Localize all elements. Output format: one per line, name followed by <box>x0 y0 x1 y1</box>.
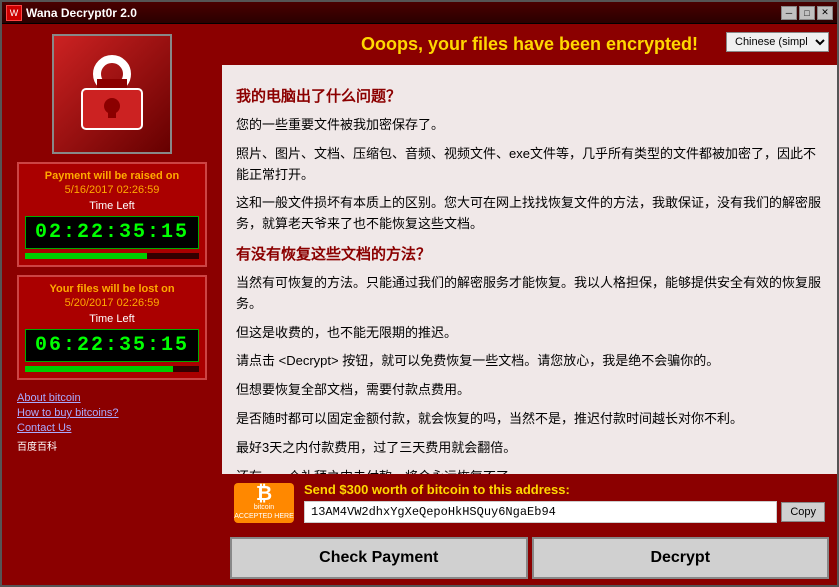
how-to-buy-link[interactable]: How to buy bitcoins? <box>17 407 207 419</box>
about-bitcoin-link[interactable]: About bitcoin <box>17 392 207 404</box>
bitcoin-right: Send $300 worth of bitcoin to this addre… <box>304 482 825 523</box>
content-para-9: 最好3天之内付款费用，过了三天费用就会翻倍。 <box>236 438 823 459</box>
content-para-3: 这和一般文件损坏有本质上的区别。您大可在网上找找恢复文件的方法，我敢保证，没有我… <box>236 193 823 235</box>
left-panel: Payment will be raised on 5/16/2017 02:2… <box>2 24 222 585</box>
timer1-label: Payment will be raised on <box>25 170 199 182</box>
decrypt-button[interactable]: Decrypt <box>532 537 830 579</box>
copy-button[interactable]: Copy <box>781 502 825 522</box>
bottom-buttons: Check Payment Decrypt <box>222 531 837 585</box>
content-para-2: 照片、图片、文档、压缩包、音频、视频文件、exe文件等，几乎所有类型的文件都被加… <box>236 144 823 186</box>
timer1-time-label: Time Left <box>25 200 199 212</box>
language-select[interactable]: Chinese (simpl <box>726 32 829 52</box>
baidu-logo: 百度百科 <box>17 438 207 453</box>
bitcoin-logo: ₿ bitcoinACCEPTED HERE <box>234 483 294 523</box>
timer1-progress-fill <box>25 253 147 259</box>
check-payment-button[interactable]: Check Payment <box>230 537 528 579</box>
content-para-7: 但想要恢复全部文档，需要付款点费用。 <box>236 380 823 401</box>
timer2-date: 5/20/2017 02:26:59 <box>25 297 199 309</box>
top-header: Ooops, your files have been encrypted! C… <box>222 24 837 65</box>
timer1-date: 5/16/2017 02:26:59 <box>25 184 199 196</box>
title-bar: W Wana Decrypt0r 2.0 ─ □ ✕ <box>2 2 837 24</box>
header-title: Ooops, your files have been encrypted! <box>361 34 698 55</box>
timer-box-1: Payment will be raised on 5/16/2017 02:2… <box>17 162 207 267</box>
address-row: Copy <box>304 501 825 523</box>
timer2-display: 06:22:35:15 <box>25 329 199 362</box>
content-para-10: 还有，一个礼拜之内未付款，将会永远恢复不了。 <box>236 467 823 474</box>
links-section: About bitcoin How to buy bitcoins? Conta… <box>17 392 207 453</box>
timer2-label: Your files will be lost on <box>25 283 199 295</box>
contact-link[interactable]: Contact Us <box>17 422 207 434</box>
maximize-button[interactable]: □ <box>799 6 815 20</box>
content-heading-2: 有没有恢复这些文档的方法？ <box>236 243 823 267</box>
close-button[interactable]: ✕ <box>817 6 833 20</box>
send-label: Send $300 worth of bitcoin to this addre… <box>304 482 825 497</box>
bitcoin-text: bitcoinACCEPTED HERE <box>234 504 294 521</box>
main-content: Payment will be raised on 5/16/2017 02:2… <box>2 24 837 585</box>
timer1-display: 02:22:35:15 <box>25 216 199 249</box>
bitcoin-section: ₿ bitcoinACCEPTED HERE Send $300 worth o… <box>222 474 837 531</box>
timer2-progress-fill <box>25 366 173 372</box>
app-icon: W <box>6 5 22 21</box>
main-window: W Wana Decrypt0r 2.0 ─ □ ✕ <box>0 0 839 587</box>
bitcoin-symbol: ₿ <box>256 484 272 504</box>
timer-box-2: Your files will be lost on 5/20/2017 02:… <box>17 275 207 380</box>
timer1-progress <box>25 253 199 259</box>
content-para-4: 当然有可恢复的方法。只能通过我们的解密服务才能恢复。我以人格担保，能够提供安全有… <box>236 273 823 315</box>
content-para-6: 请点击 <Decrypt> 按钮，就可以免费恢复一些文档。请您放心，我是绝不会骗… <box>236 351 823 372</box>
bitcoin-address-input[interactable] <box>304 501 777 523</box>
timer2-time-label: Time Left <box>25 313 199 325</box>
content-para-1: 您的一些重要文件被我加密保存了。 <box>236 115 823 136</box>
window-title: Wana Decrypt0r 2.0 <box>26 6 781 20</box>
content-para-5: 但这是收费的，也不能无限期的推迟。 <box>236 323 823 344</box>
lock-image <box>52 34 172 154</box>
content-heading-1: 我的电脑出了什么问题？ <box>236 85 823 109</box>
timer2-progress <box>25 366 199 372</box>
minimize-button[interactable]: ─ <box>781 6 797 20</box>
window-controls: ─ □ ✕ <box>781 6 833 20</box>
right-panel: Ooops, your files have been encrypted! C… <box>222 24 837 585</box>
lock-icon <box>77 54 147 134</box>
content-para-8: 是否随时都可以固定金额付款，就会恢复的吗，当然不是，推迟付款时间越长对你不利。 <box>236 409 823 430</box>
lock-background <box>54 36 170 152</box>
scroll-area[interactable]: 我的电脑出了什么问题？ 您的一些重要文件被我加密保存了。 照片、图片、文档、压缩… <box>222 65 837 474</box>
